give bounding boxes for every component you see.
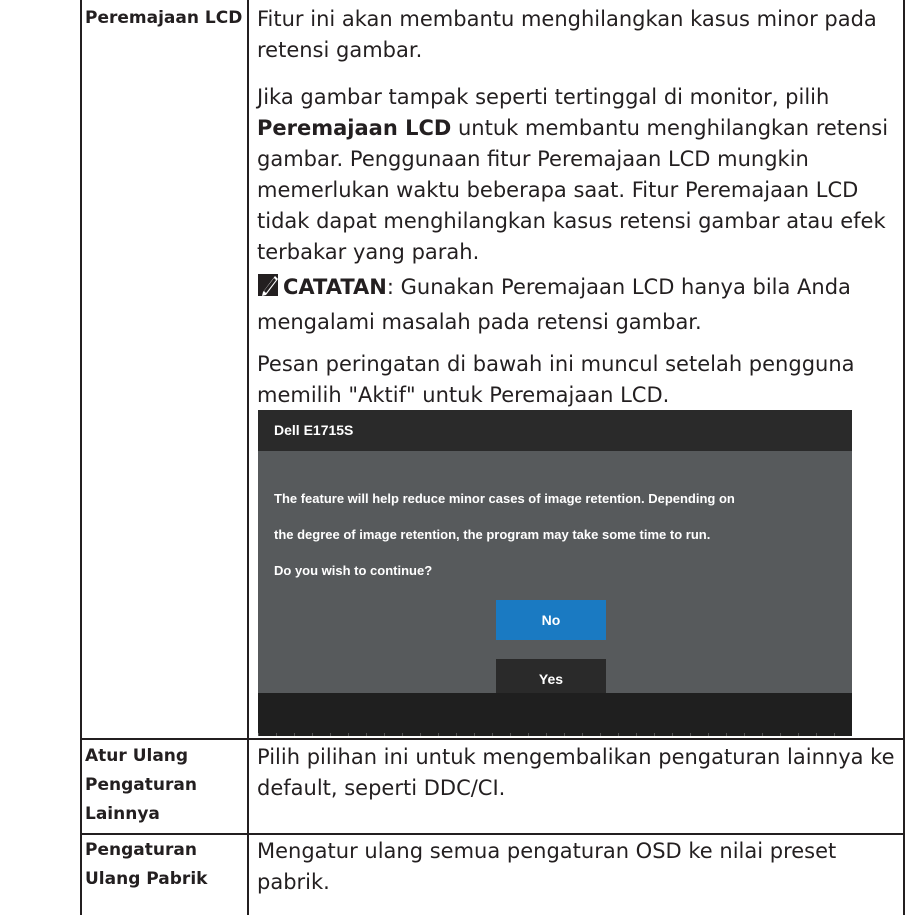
- row-label-line: Ulang Pabrik: [85, 869, 208, 889]
- osd-warning-dialog: Dell E1715S The feature will help reduce…: [258, 410, 852, 736]
- osd-message-line1: The feature will help reduce minor cases…: [274, 491, 735, 506]
- row-description-pengaturan-pabrik: Mengatur ulang semua pengaturan OSD ke n…: [257, 839, 837, 894]
- warning-intro: Pesan peringatan di bawah ini muncul set…: [257, 349, 902, 411]
- table-border-divider: [247, 0, 249, 915]
- row-label-line: Lainnya: [85, 804, 160, 824]
- table-border-right: [903, 0, 905, 915]
- row-label-pengaturan-pabrik: Pengaturan Ulang Pabrik: [85, 836, 207, 894]
- osd-no-button[interactable]: No: [496, 600, 606, 640]
- note-block: CATATAN: Gunakan Peremajaan LCD hanya bi…: [257, 272, 902, 338]
- osd-message-line2: the degree of image retention, the progr…: [274, 527, 711, 542]
- osd-footer-bar: [258, 693, 852, 736]
- row-label-line: Pengaturan: [85, 840, 197, 860]
- row-divider-1: [80, 738, 905, 740]
- osd-title: Dell E1715S: [258, 410, 852, 451]
- note-label: CATATAN: [283, 275, 387, 299]
- detail-text-bold: Peremajaan LCD: [257, 116, 452, 140]
- row-label-line: Pengaturan: [85, 775, 197, 795]
- row-description-detail: Jika gambar tampak seperti tertinggal di…: [257, 82, 902, 268]
- osd-message-line3: Do you wish to continue?: [274, 563, 433, 578]
- row-label-line: Atur Ulang: [85, 746, 189, 766]
- intro-paragraph: Fitur ini akan membantu menghilangkan ka…: [257, 7, 877, 62]
- table-border-left: [80, 0, 82, 915]
- warning-paragraph: Pesan peringatan di bawah ini muncul set…: [257, 352, 855, 407]
- detail-text-pre: Jika gambar tampak seperti tertinggal di…: [257, 85, 830, 109]
- pencil-note-icon: [257, 272, 281, 307]
- row-label-peremajaan-lcd: Peremajaan LCD: [85, 8, 243, 28]
- row-label-atur-ulang: Atur Ulang Pengaturan Lainnya: [85, 742, 197, 829]
- row-description-atur-ulang: Pilih pilihan ini untuk mengembalikan pe…: [257, 745, 895, 800]
- row-divider-2: [80, 833, 905, 835]
- row-description-intro: Fitur ini akan membantu menghilangkan ka…: [257, 4, 902, 66]
- detail-paragraph: Jika gambar tampak seperti tertinggal di…: [257, 82, 902, 268]
